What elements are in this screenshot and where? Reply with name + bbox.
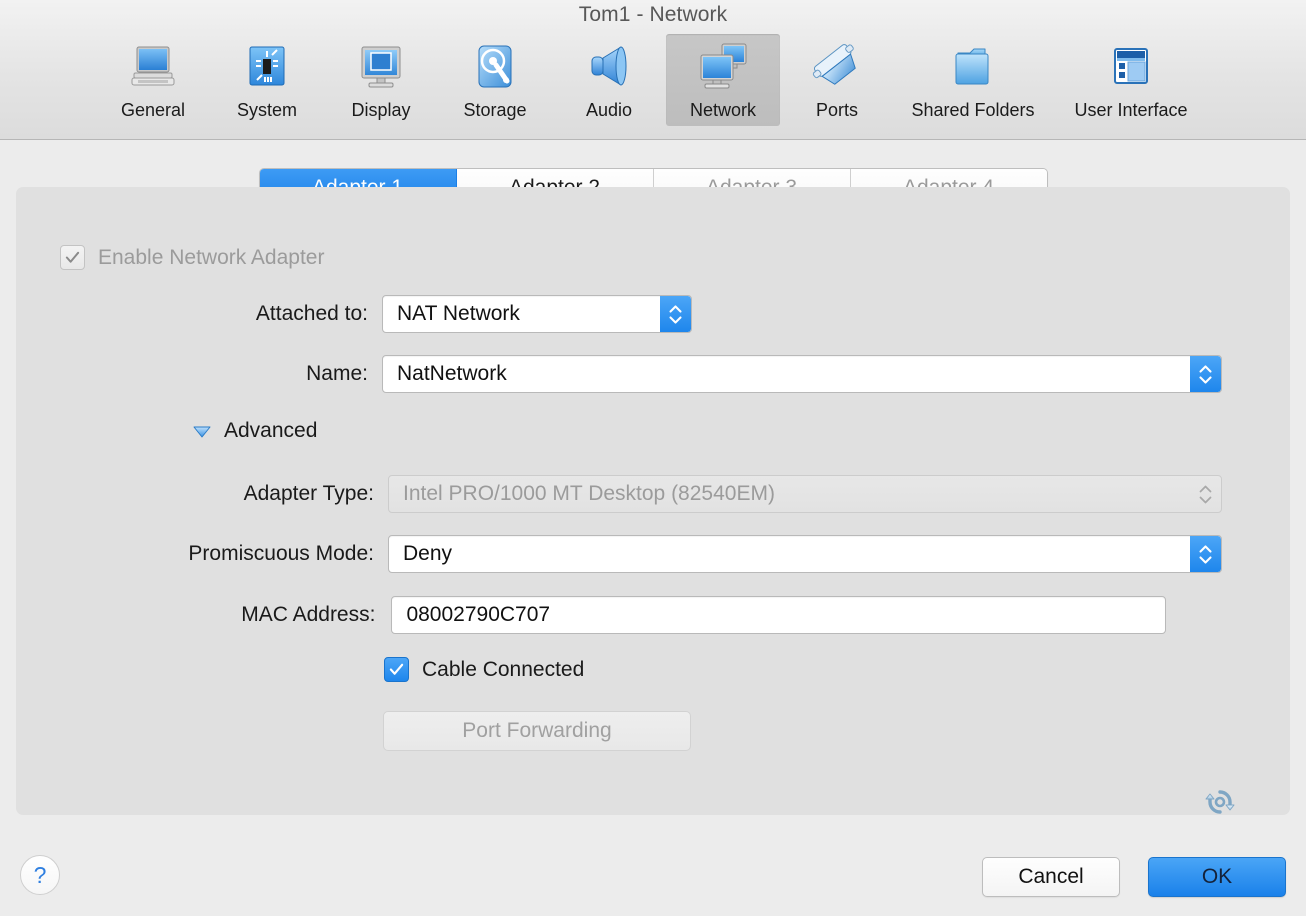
toolbar-label-general: General: [120, 100, 186, 120]
promiscuous-mode-value: Deny: [403, 542, 453, 565]
audio-icon: [579, 38, 639, 96]
toolbar-label-system: System: [236, 100, 297, 120]
name-combobox[interactable]: NatNetwork: [382, 355, 1222, 393]
settings-toolbar: Tom1 - Network General System Display St…: [0, 0, 1306, 140]
promiscuous-mode-stepper[interactable]: [1190, 536, 1221, 572]
shared-folders-icon: [943, 38, 1003, 96]
attached-to-row: Attached to: NAT Network: [16, 295, 692, 333]
toolbar-item-shared-folders[interactable]: Shared Folders: [894, 34, 1052, 126]
toolbar-item-ports[interactable]: Ports: [780, 34, 894, 126]
chevron-up-icon: [1199, 485, 1212, 492]
attached-to-stepper[interactable]: [660, 296, 691, 332]
toolbar-label-user-interface: User Interface: [1074, 100, 1188, 120]
name-label: Name:: [306, 362, 368, 385]
mac-address-label: MAC Address:: [241, 603, 376, 626]
attached-to-value: NAT Network: [397, 302, 520, 325]
toolbar-label-network: Network: [689, 100, 756, 120]
network-icon: [693, 38, 753, 96]
toolbar-label-storage: Storage: [463, 100, 527, 120]
general-icon: [123, 38, 183, 96]
ok-button-label: OK: [1201, 865, 1233, 888]
port-forwarding-label: Port Forwarding: [462, 719, 612, 742]
toolbar-item-network[interactable]: Network: [666, 34, 780, 126]
triangle-down-icon: [193, 426, 211, 438]
ok-button[interactable]: OK: [1148, 857, 1286, 897]
adapter-type-combobox[interactable]: Intel PRO/1000 MT Desktop (82540EM): [388, 475, 1222, 513]
user-interface-icon: [1101, 38, 1161, 96]
name-stepper[interactable]: [1190, 356, 1221, 392]
toolbar-label-ports: Ports: [815, 100, 858, 120]
toolbar-item-audio[interactable]: Audio: [552, 34, 666, 126]
help-button[interactable]: ?: [20, 855, 60, 895]
name-row: Name: NatNetwork: [16, 355, 1222, 393]
toolbar-item-display[interactable]: Display: [324, 34, 438, 126]
toolbar-item-general[interactable]: General: [96, 34, 210, 126]
cancel-button-label: Cancel: [1018, 865, 1084, 888]
attached-to-label: Attached to:: [255, 302, 368, 325]
enable-network-adapter-label: Enable Network Adapter: [98, 245, 325, 269]
chevron-up-icon: [669, 304, 682, 313]
window-title: Tom1 - Network: [578, 3, 728, 26]
cable-connected-label: Cable Connected: [422, 657, 585, 681]
promiscuous-mode-label: Promiscuous Mode:: [188, 542, 374, 565]
chevron-up-icon: [1199, 544, 1212, 553]
toolbar-items: General System Display Storage Audio Net…: [0, 34, 1306, 134]
cancel-button[interactable]: Cancel: [982, 857, 1120, 897]
toolbar-label-audio: Audio: [585, 100, 633, 120]
toolbar-label-shared-folders: Shared Folders: [911, 100, 1035, 120]
port-forwarding-button[interactable]: Port Forwarding: [383, 711, 691, 751]
promiscuous-mode-combobox[interactable]: Deny: [388, 535, 1222, 573]
mac-address-input[interactable]: 08002790C707: [391, 596, 1166, 634]
promiscuous-mode-row: Promiscuous Mode: Deny: [16, 535, 1222, 573]
adapter-type-label: Adapter Type:: [243, 482, 374, 505]
adapter-type-stepper: [1190, 476, 1221, 512]
advanced-disclosure[interactable]: Advanced: [192, 419, 317, 443]
chevron-down-icon: [1199, 375, 1212, 384]
checkmark-icon: [389, 663, 404, 675]
chevron-down-icon: [1199, 496, 1212, 503]
adapter-type-row: Adapter Type: Intel PRO/1000 MT Desktop …: [16, 475, 1222, 513]
toolbar-item-storage[interactable]: Storage: [438, 34, 552, 126]
chevron-down-icon: [1199, 555, 1212, 564]
attached-to-combobox[interactable]: NAT Network: [382, 295, 692, 333]
adapter-settings-panel: Enable Network Adapter Attached to: NAT …: [16, 187, 1290, 815]
storage-icon: [465, 38, 525, 96]
display-icon: [351, 38, 411, 96]
checkmark-icon: [65, 251, 80, 263]
toolbar-item-user-interface[interactable]: User Interface: [1052, 34, 1210, 126]
chevron-up-icon: [1199, 364, 1212, 373]
enable-network-adapter-row[interactable]: Enable Network Adapter: [60, 245, 324, 270]
ports-icon: [807, 38, 867, 96]
help-icon: ?: [33, 861, 47, 888]
mac-address-value: 08002790C707: [406, 603, 551, 626]
toolbar-item-system[interactable]: System: [210, 34, 324, 126]
mac-address-row: MAC Address: 08002790C707: [16, 596, 1166, 634]
advanced-label: Advanced: [224, 419, 318, 442]
name-value: NatNetwork: [397, 362, 507, 385]
adapter-type-value: Intel PRO/1000 MT Desktop (82540EM): [403, 482, 775, 505]
chevron-down-icon: [669, 315, 682, 324]
system-icon: [237, 38, 297, 96]
cable-connected-checkbox[interactable]: [384, 657, 409, 682]
enable-network-adapter-checkbox[interactable]: [60, 245, 85, 270]
refresh-icon[interactable]: [1204, 786, 1236, 818]
toolbar-label-display: Display: [351, 100, 411, 120]
cable-connected-row[interactable]: Cable Connected: [384, 657, 584, 682]
